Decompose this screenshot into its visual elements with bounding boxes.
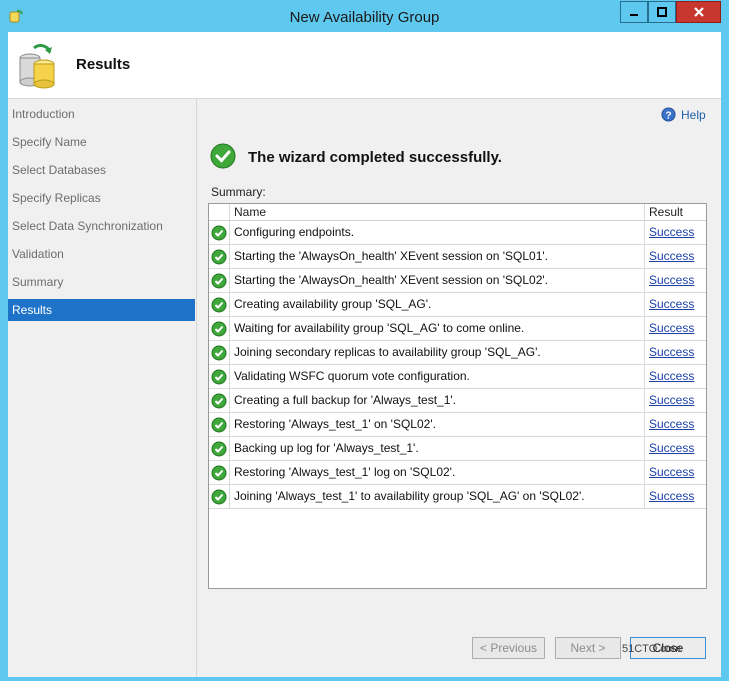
row-name: Creating a full backup for 'Always_test_… [230,389,645,412]
success-check-icon [211,345,227,361]
result-link[interactable]: Success [649,225,694,239]
row-name: Restoring 'Always_test_1' on 'SQL02'. [230,413,645,436]
row-name: Restoring 'Always_test_1' log on 'SQL02'… [230,461,645,484]
success-check-icon [211,489,227,505]
title-bar[interactable]: New Availability Group [0,0,729,32]
results-panel: ? Help The wizard completed successfully… [197,99,721,677]
nav-item-specify-name[interactable]: Specify Name [8,131,195,153]
minimize-icon [630,14,638,16]
header-icon-cell [209,204,230,220]
row-name: Backing up log for 'Always_test_1'. [230,437,645,460]
result-link[interactable]: Success [649,393,694,407]
nav-item-specify-replicas[interactable]: Specify Replicas [8,187,195,209]
row-name: Waiting for availability group 'SQL_AG' … [230,317,645,340]
row-name: Joining secondary replicas to availabili… [230,341,645,364]
help-label: Help [681,107,706,122]
success-check-icon [211,273,227,289]
result-link[interactable]: Success [649,345,694,359]
success-check-icon [211,249,227,265]
success-check-icon [210,143,236,169]
table-row: Creating a full backup for 'Always_test_… [209,389,706,413]
result-link[interactable]: Success [649,249,694,263]
table-row: Restoring 'Always_test_1' on 'SQL02'. Su… [209,413,706,437]
wizard-nav: Introduction Specify Name Select Databas… [8,99,197,677]
success-check-icon [211,369,227,385]
table-row: Backing up log for 'Always_test_1'. Succ… [209,437,706,461]
table-row: Starting the 'AlwaysOn_health' XEvent se… [209,269,706,293]
success-check-icon [211,225,227,241]
database-cylinder-icon [19,43,55,89]
table-row: Waiting for availability group 'SQL_AG' … [209,317,706,341]
table-row: Validating WSFC quorum vote configuratio… [209,365,706,389]
nav-item-validation[interactable]: Validation [8,243,195,265]
wizard-body: Results Introduction Specify Name Select… [8,32,721,677]
maximize-button[interactable] [648,1,676,23]
close-icon [693,7,704,17]
results-table: Name Result Configuring endpoints. Succe… [208,203,707,589]
nav-item-select-databases[interactable]: Select Databases [8,159,195,181]
nav-item-results[interactable]: Results [8,299,195,321]
table-row: Starting the 'AlwaysOn_health' XEvent se… [209,245,706,269]
close-window-button[interactable] [676,1,721,23]
success-check-icon [211,441,227,457]
help-icon: ? [661,107,676,122]
success-check-icon [211,393,227,409]
page-title: Results [76,56,131,73]
nav-item-introduction[interactable]: Introduction [8,103,195,125]
table-row: Configuring endpoints. Success [209,221,706,245]
next-button[interactable]: Next > [555,637,621,659]
result-link[interactable]: Success [649,441,694,455]
column-header-name[interactable]: Name [230,204,645,220]
svg-text:?: ? [665,110,671,121]
page-header: Results [8,32,721,99]
row-name: Starting the 'AlwaysOn_health' XEvent se… [230,269,645,292]
nav-item-summary[interactable]: Summary [8,271,195,293]
table-row: Creating availability group 'SQL_AG'. Su… [209,293,706,317]
result-link[interactable]: Success [649,369,694,383]
table-row: Joining secondary replicas to availabili… [209,341,706,365]
result-link[interactable]: Success [649,465,694,479]
help-link[interactable]: ? Help [661,107,706,122]
summary-label: Summary: [211,185,266,199]
success-check-icon [211,465,227,481]
wizard-window: New Availability Group Results Introduct… [0,0,729,681]
status-message: The wizard completed successfully. [248,149,502,166]
table-row: Joining 'Always_test_1' to availability … [209,485,706,509]
result-link[interactable]: Success [649,489,694,503]
minimize-button[interactable] [620,1,648,23]
success-check-icon [211,297,227,313]
result-link[interactable]: Success [649,273,694,287]
row-name: Joining 'Always_test_1' to availability … [230,485,645,508]
row-name: Validating WSFC quorum vote configuratio… [230,365,645,388]
table-header: Name Result [209,204,706,221]
nav-item-select-data-synchronization[interactable]: Select Data Synchronization [8,215,195,237]
previous-button[interactable]: < Previous [472,637,545,659]
result-link[interactable]: Success [649,297,694,311]
column-header-result[interactable]: Result [645,204,706,220]
table-row: Restoring 'Always_test_1' log on 'SQL02'… [209,461,706,485]
row-name: Starting the 'AlwaysOn_health' XEvent se… [230,245,645,268]
row-name: Configuring endpoints. [230,221,645,244]
success-check-icon [211,321,227,337]
watermark: 51CTO.com [622,643,682,655]
row-name: Creating availability group 'SQL_AG'. [230,293,645,316]
result-link[interactable]: Success [649,417,694,431]
maximize-icon [657,7,667,17]
success-check-icon [211,417,227,433]
result-link[interactable]: Success [649,321,694,335]
